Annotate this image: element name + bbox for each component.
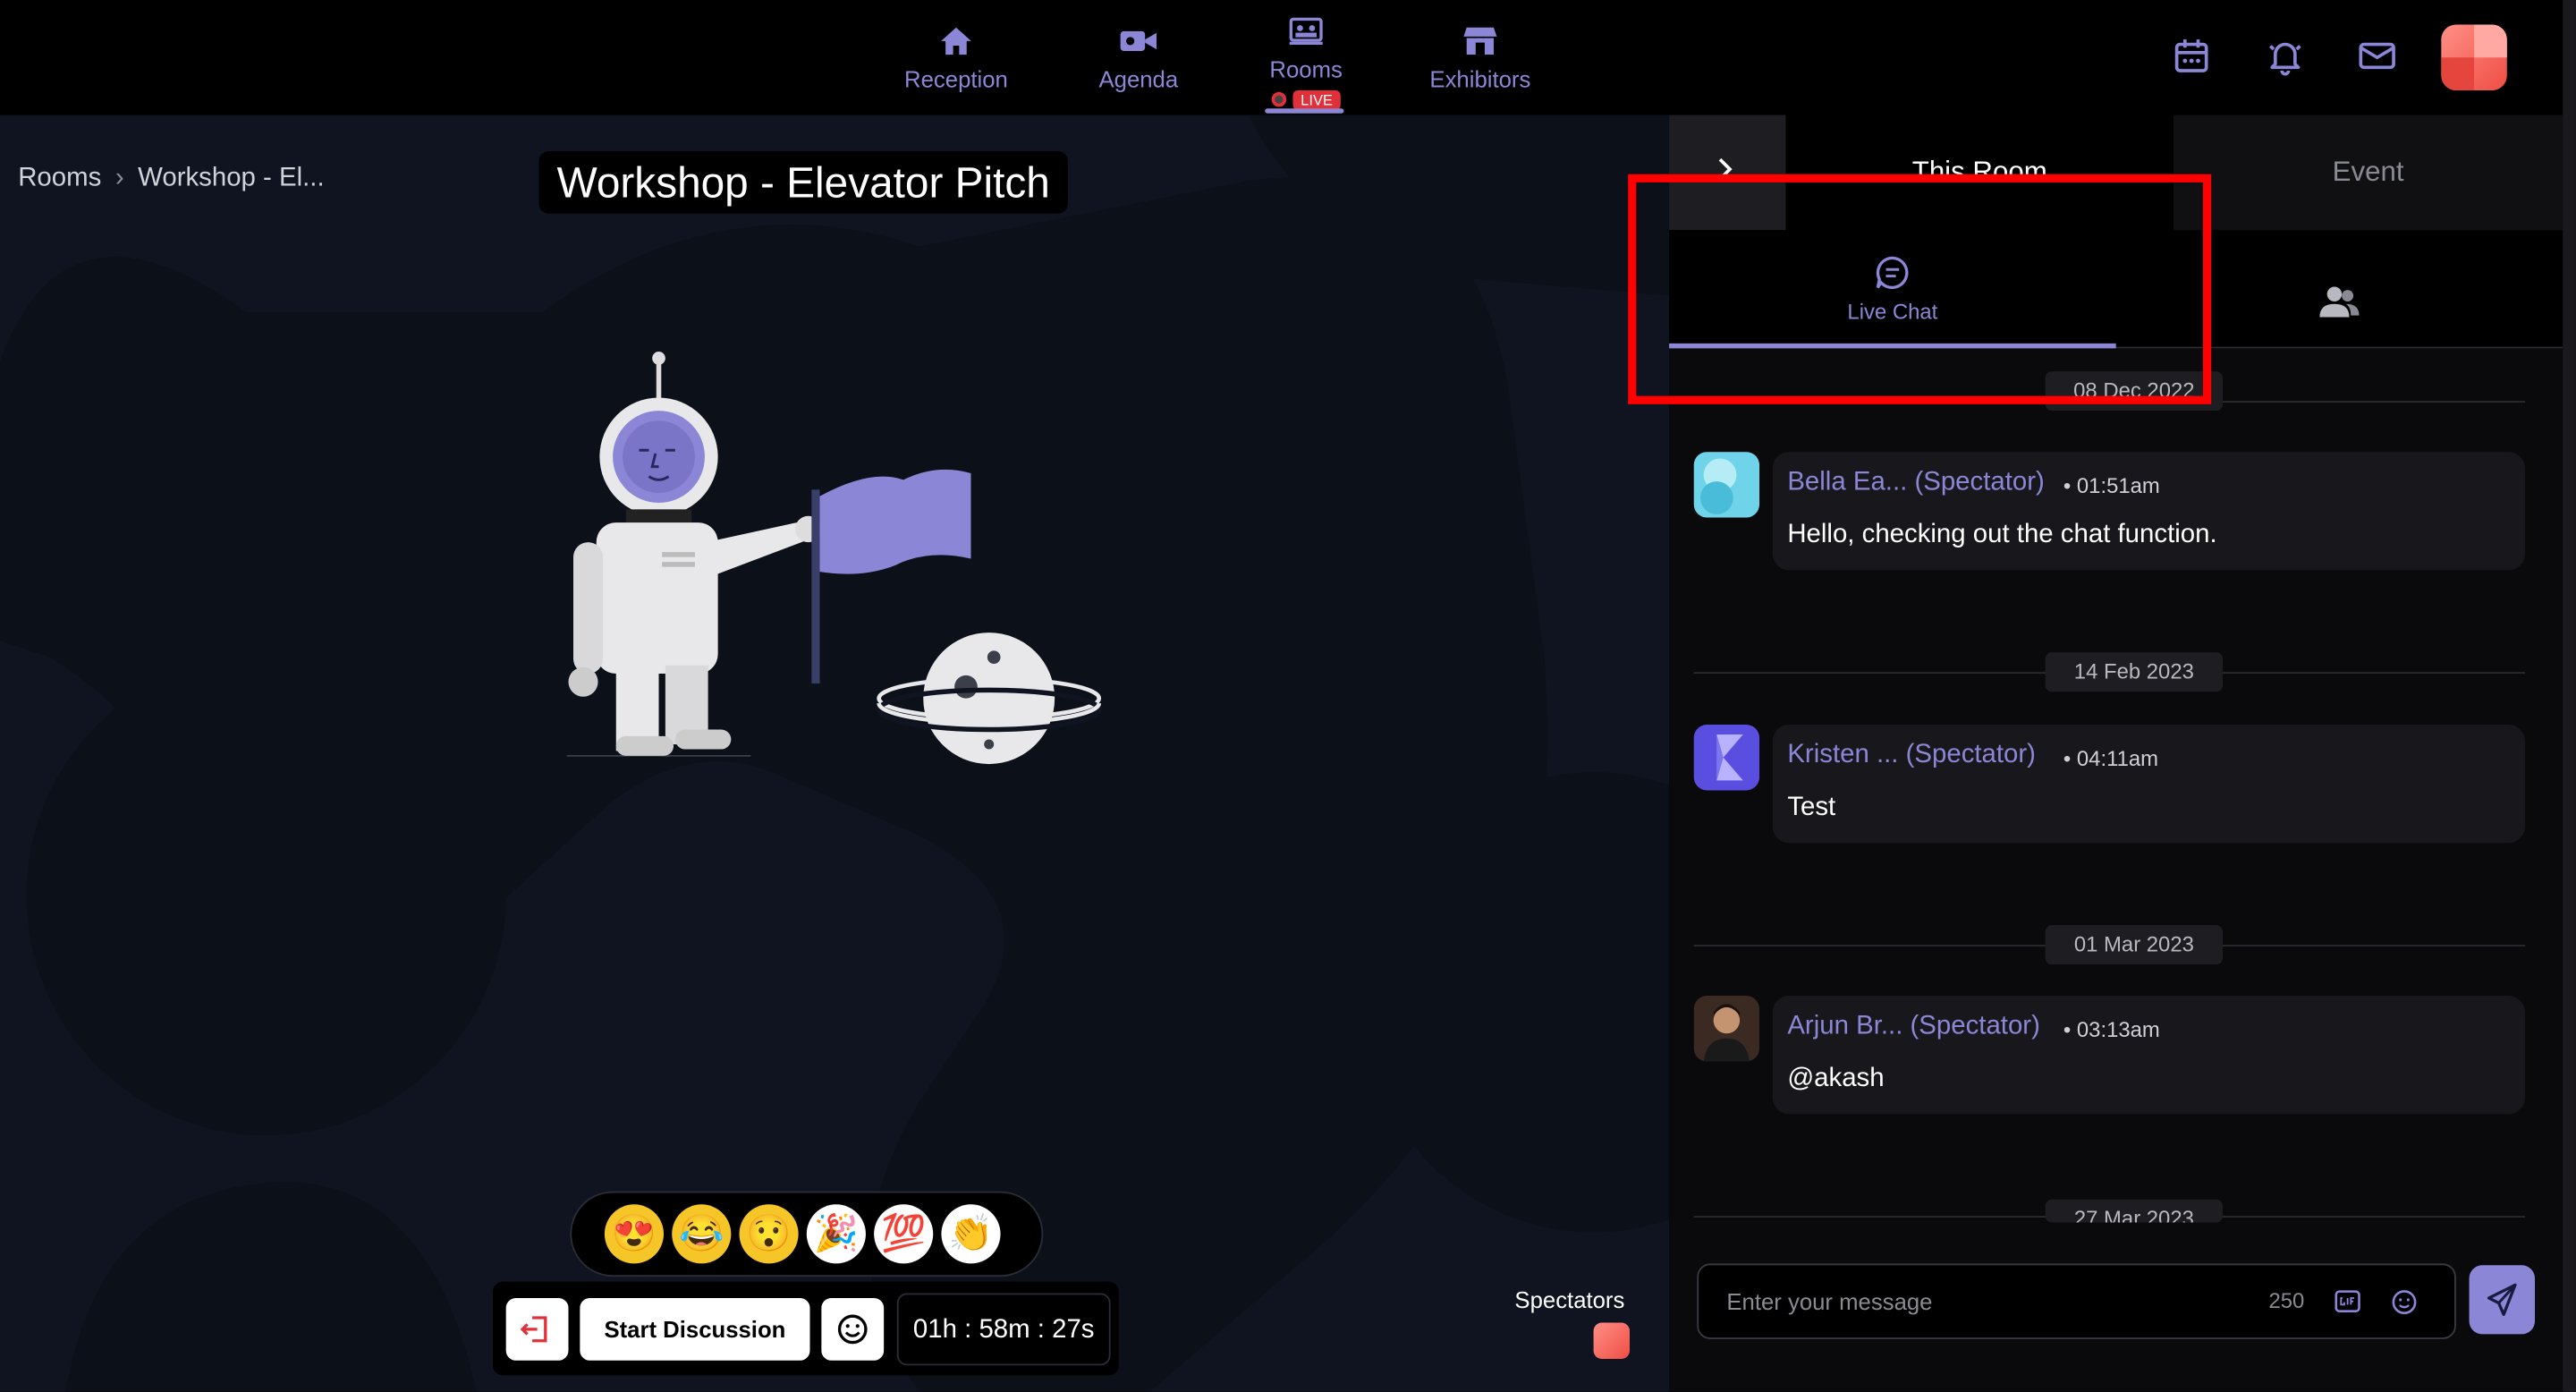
gif-icon[interactable] bbox=[2334, 1288, 2360, 1314]
live-badge: LIVE bbox=[1292, 90, 1342, 111]
bell-icon[interactable] bbox=[2266, 36, 2305, 76]
nav-exhibitors[interactable]: Exhibitors bbox=[1406, 23, 1554, 92]
user-avatar[interactable] bbox=[2441, 24, 2507, 91]
rooms-icon bbox=[1289, 17, 1323, 46]
window-scrollbar[interactable] bbox=[2563, 0, 2576, 1392]
smiley-icon[interactable] bbox=[2390, 1288, 2418, 1316]
emoji-picker-button[interactable] bbox=[821, 1297, 885, 1361]
nav-reception[interactable]: Reception bbox=[882, 23, 1030, 92]
user-avatar[interactable] bbox=[1693, 996, 1760, 1062]
tab-event[interactable]: Event bbox=[2173, 115, 2563, 231]
message-bubble: Bella Ea... (Spectator) • 01:51am Hello,… bbox=[1772, 452, 2526, 571]
nav-label: Reception bbox=[904, 65, 1008, 92]
start-discussion-button[interactable]: Start Discussion bbox=[580, 1297, 810, 1361]
message-time: • 04:11am bbox=[2063, 745, 2159, 771]
send-button[interactable] bbox=[2469, 1265, 2536, 1335]
message-bubble: Kristen ... (Spectator) • 04:11am Test bbox=[1772, 724, 2526, 844]
date-label: 01 Mar 2023 bbox=[2045, 925, 2224, 965]
date-separator: 01 Mar 2023 bbox=[1693, 925, 2526, 965]
side-panel: This Room Event Live Chat 08 Dec 2022 Be… bbox=[1669, 115, 2576, 1392]
reaction-clap[interactable]: 👏 bbox=[941, 1204, 1001, 1264]
top-nav: Reception Agenda Rooms LIVE Exhibitors bbox=[0, 0, 2576, 115]
reaction-bar: 😍 😂 😯 🎉 💯 👏 bbox=[570, 1191, 1044, 1277]
nav-active-underline bbox=[1265, 108, 1344, 114]
send-icon bbox=[2487, 1283, 2517, 1317]
message-text: Test bbox=[1787, 794, 1836, 822]
calendar-icon[interactable] bbox=[2172, 36, 2211, 75]
date-separator: 27 Mar 2023 bbox=[1693, 1199, 2526, 1223]
store-icon bbox=[1463, 27, 1497, 55]
nav-rooms[interactable]: Rooms LIVE bbox=[1233, 13, 1380, 111]
tab-participants[interactable] bbox=[2116, 230, 2563, 348]
nav-label: Exhibitors bbox=[1429, 65, 1531, 92]
message-text: Hello, checking out the chat function. bbox=[1787, 521, 2217, 549]
reaction-party[interactable]: 🎉 bbox=[806, 1204, 866, 1264]
mail-icon[interactable] bbox=[2358, 36, 2397, 75]
tab-this-room[interactable]: This Room bbox=[1785, 115, 2174, 231]
room-title: Workshop - Elevator Pitch bbox=[538, 150, 1069, 214]
reaction-joy[interactable]: 😂 bbox=[672, 1204, 732, 1264]
message-bubble: Arjun Br... (Spectator) • 03:13am @akash bbox=[1772, 996, 2526, 1115]
message-input-box: 250 bbox=[1697, 1263, 2456, 1339]
spectator-avatar[interactable] bbox=[1593, 1322, 1631, 1359]
stage-area: Rooms › Workshop - El... Workshop - Elev… bbox=[0, 115, 1670, 1392]
home-icon bbox=[941, 27, 971, 55]
date-label: 14 Feb 2023 bbox=[2045, 652, 2224, 692]
smiley-icon bbox=[837, 1314, 868, 1345]
date-separator: 14 Feb 2023 bbox=[1693, 652, 2526, 692]
sender-name[interactable]: Kristen ... (Spectator) bbox=[1787, 741, 2036, 770]
exit-icon bbox=[520, 1316, 547, 1343]
chat-subtabs: Live Chat bbox=[1669, 230, 2563, 349]
live-dot-icon bbox=[1271, 91, 1286, 107]
chat-bubble-icon bbox=[1876, 256, 1909, 290]
reaction-heart-eyes[interactable]: 😍 bbox=[604, 1204, 665, 1264]
reaction-surprised[interactable]: 😯 bbox=[739, 1204, 799, 1264]
collapse-panel-button[interactable] bbox=[1669, 115, 1786, 231]
nav-label: Agenda bbox=[1098, 65, 1179, 92]
astronaut-illustration bbox=[566, 352, 1102, 765]
nav-agenda[interactable]: Agenda bbox=[1064, 23, 1212, 92]
video-icon bbox=[1120, 30, 1157, 51]
date-separator: 08 Dec 2022 bbox=[1693, 371, 2526, 412]
user-avatar[interactable] bbox=[1693, 724, 1760, 791]
live-chat-label: Live Chat bbox=[1847, 299, 1938, 324]
screen: Reception Agenda Rooms LIVE Exhibitors R… bbox=[0, 0, 2576, 1392]
reaction-hundred[interactable]: 💯 bbox=[874, 1204, 934, 1264]
date-label: 08 Dec 2022 bbox=[2045, 371, 2224, 412]
exit-button[interactable] bbox=[505, 1297, 569, 1361]
message-time: • 03:13am bbox=[2063, 1016, 2160, 1042]
char-count: 250 bbox=[2268, 1287, 2305, 1313]
spectators-label: Spectators bbox=[1514, 1286, 1625, 1313]
date-label: 27 Mar 2023 bbox=[2045, 1199, 2224, 1223]
stage-controls: Start Discussion 01h : 58m : 27s bbox=[493, 1281, 1119, 1376]
breadcrumb: Rooms › Workshop - El... bbox=[18, 165, 331, 194]
message-time: • 01:51am bbox=[2063, 472, 2160, 498]
chat-message-list: 08 Dec 2022 Bella Ea... (Spectator) • 01… bbox=[1669, 348, 2563, 1227]
message-text: @akash bbox=[1787, 1065, 1885, 1093]
nav-label: Rooms bbox=[1269, 55, 1343, 82]
sender-name[interactable]: Bella Ea... (Spectator) bbox=[1787, 468, 2044, 497]
breadcrumb-current: Workshop - El... bbox=[138, 164, 325, 192]
message-input[interactable] bbox=[1726, 1265, 2236, 1338]
chevron-right-icon: › bbox=[114, 164, 124, 192]
user-avatar[interactable] bbox=[1693, 452, 1760, 518]
sender-name[interactable]: Arjun Br... (Spectator) bbox=[1787, 1012, 2040, 1041]
session-timer: 01h : 58m : 27s bbox=[896, 1293, 1111, 1366]
people-icon bbox=[2319, 286, 2360, 318]
tab-live-chat[interactable]: Live Chat bbox=[1669, 230, 2116, 349]
chevron-right-icon bbox=[1718, 157, 1733, 181]
breadcrumb-root[interactable]: Rooms bbox=[18, 165, 101, 192]
